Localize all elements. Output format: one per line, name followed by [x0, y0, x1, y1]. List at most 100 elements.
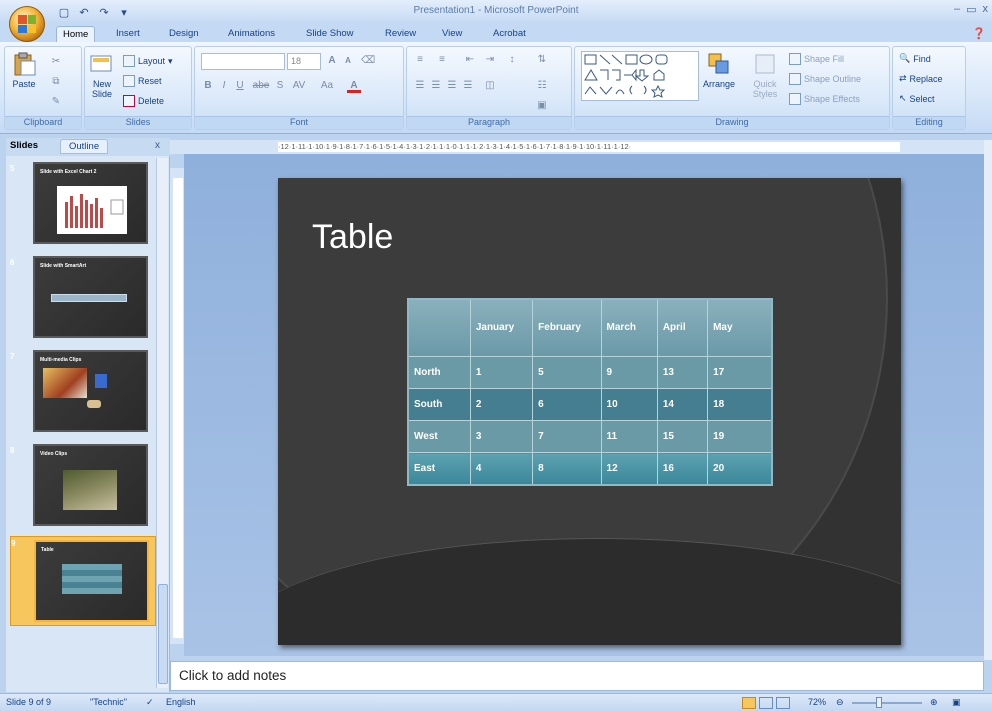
bullets-icon[interactable]: ≡ [413, 53, 427, 67]
copy-icon[interactable]: ⧉ [49, 75, 63, 89]
shape-fill-button[interactable]: Shape Fill [789, 53, 844, 65]
table-header-cell[interactable]: May [707, 298, 773, 357]
table-cell[interactable]: 6 [532, 387, 602, 422]
table-cell[interactable]: 17 [707, 355, 773, 389]
slide-scrollbar[interactable] [984, 140, 992, 660]
fit-to-window-icon[interactable]: ▣ [952, 697, 961, 708]
slide-sorter-icon[interactable] [759, 697, 773, 709]
font-size-combo[interactable]: 18 [287, 53, 321, 70]
table-header-cell[interactable] [407, 298, 471, 357]
underline-button[interactable]: U [233, 79, 247, 93]
change-case-button[interactable]: Aa [317, 79, 337, 93]
table-header-cell[interactable]: April [656, 298, 709, 357]
table-cell[interactable]: 7 [532, 420, 602, 454]
character-spacing-button[interactable]: AV [289, 79, 309, 93]
tab-slide-show[interactable]: Slide Show [300, 26, 360, 42]
smartart-convert-icon[interactable]: ▣ [535, 99, 549, 113]
slide-thumbnail[interactable]: 5 Slide with Excel Chart 2 [10, 162, 156, 248]
zoom-in-icon[interactable]: ⊕ [930, 697, 938, 708]
slide-thumbnail[interactable]: 6 Slide with SmartArt [10, 256, 156, 342]
office-button[interactable] [9, 6, 45, 42]
font-family-combo[interactable] [201, 53, 285, 70]
strikethrough-button[interactable]: abe [251, 79, 271, 93]
tab-slides[interactable]: Slides [10, 140, 38, 151]
table-header-cell[interactable]: February [532, 298, 602, 357]
shape-outline-button[interactable]: Shape Outline [789, 73, 861, 85]
grow-font-icon[interactable]: A [325, 54, 339, 68]
layout-button[interactable]: Layout ▾ [123, 55, 173, 67]
italic-button[interactable]: I [217, 79, 231, 93]
table-cell[interactable]: 19 [707, 420, 773, 454]
help-icon[interactable]: ❓ [972, 27, 986, 40]
table-cell[interactable]: 16 [656, 452, 709, 486]
align-right-icon[interactable]: ☰ [445, 79, 459, 93]
font-color-button[interactable]: A [347, 79, 361, 93]
close-button[interactable]: x [983, 3, 989, 16]
cut-icon[interactable]: ✂ [49, 55, 63, 69]
spell-check-icon[interactable]: ✓ [146, 697, 154, 708]
reset-button[interactable]: Reset [123, 75, 162, 87]
table-header-cell[interactable]: March [600, 298, 658, 357]
maximize-button[interactable]: ▭ [966, 3, 976, 16]
tab-design[interactable]: Design [163, 26, 205, 42]
table-cell[interactable]: North [407, 355, 471, 389]
tab-animations[interactable]: Animations [222, 26, 281, 42]
bold-button[interactable]: B [201, 79, 215, 93]
tab-outline[interactable]: Outline [60, 139, 109, 154]
increase-indent-icon[interactable]: ⇥ [483, 53, 497, 67]
tab-insert[interactable]: Insert [110, 26, 146, 42]
slide-title[interactable]: Table [312, 218, 393, 257]
zoom-slider-handle[interactable] [876, 697, 882, 708]
table-cell[interactable]: 20 [707, 452, 773, 486]
align-center-icon[interactable]: ☰ [429, 79, 443, 93]
minimize-button[interactable]: – [954, 3, 960, 16]
shrink-font-icon[interactable]: A [341, 54, 355, 68]
notes-pane[interactable]: Click to add notes [170, 661, 984, 691]
decrease-indent-icon[interactable]: ⇤ [463, 53, 477, 67]
shadow-button[interactable]: S [273, 79, 287, 93]
select-button[interactable]: ↖ Select [899, 93, 935, 104]
quick-styles-button[interactable]: Quick Styles [747, 51, 783, 99]
panel-scrollbar[interactable] [156, 158, 168, 688]
delete-button[interactable]: Delete [123, 95, 164, 107]
table-cell[interactable]: 2 [469, 387, 534, 422]
new-slide-button[interactable]: New Slide [89, 51, 115, 99]
zoom-slider[interactable] [852, 702, 922, 704]
align-left-icon[interactable]: ☰ [413, 79, 427, 93]
paste-button[interactable]: Paste [11, 51, 37, 89]
zoom-level[interactable]: 72% [808, 697, 826, 707]
slide-thumbnail[interactable]: 7 Multi-media Clips [10, 350, 156, 436]
table-cell[interactable]: 12 [600, 452, 658, 486]
table-cell[interactable]: 5 [532, 355, 602, 389]
clear-formatting-icon[interactable]: ⌫ [361, 54, 375, 68]
table-cell[interactable]: 8 [532, 452, 602, 486]
slide-show-icon[interactable] [776, 697, 790, 709]
find-button[interactable]: 🔍 Find [899, 53, 931, 64]
table-cell[interactable]: 9 [600, 355, 658, 389]
tab-acrobat[interactable]: Acrobat [487, 26, 532, 42]
table-cell[interactable]: East [407, 452, 471, 486]
tab-view[interactable]: View [436, 26, 468, 42]
panel-scroll-thumb[interactable] [158, 584, 168, 684]
table-cell[interactable]: 1 [469, 355, 534, 389]
normal-view-icon[interactable] [742, 697, 756, 709]
table-cell[interactable]: 13 [656, 355, 709, 389]
shapes-gallery[interactable] [581, 51, 699, 101]
table-cell[interactable]: 3 [469, 420, 534, 454]
table-cell[interactable]: 10 [600, 387, 658, 422]
shape-effects-button[interactable]: Shape Effects [789, 93, 860, 105]
table-cell[interactable]: South [407, 387, 471, 422]
table-cell[interactable]: 4 [469, 452, 534, 486]
slide-canvas[interactable]: Table January February March April May N… [278, 178, 901, 645]
table-cell[interactable]: West [407, 420, 471, 454]
tab-review[interactable]: Review [379, 26, 422, 42]
table-cell[interactable]: 15 [656, 420, 709, 454]
columns-icon[interactable]: ◫ [483, 79, 497, 93]
data-table[interactable]: January February March April May North 1… [407, 298, 773, 486]
numbering-icon[interactable]: ≡ [435, 53, 449, 67]
text-direction-icon[interactable]: ⇅ [535, 53, 549, 67]
close-icon[interactable]: x [155, 140, 160, 151]
table-cell[interactable]: 14 [656, 387, 709, 422]
line-spacing-icon[interactable]: ↕ [505, 53, 519, 67]
tab-home[interactable]: Home [56, 26, 96, 42]
